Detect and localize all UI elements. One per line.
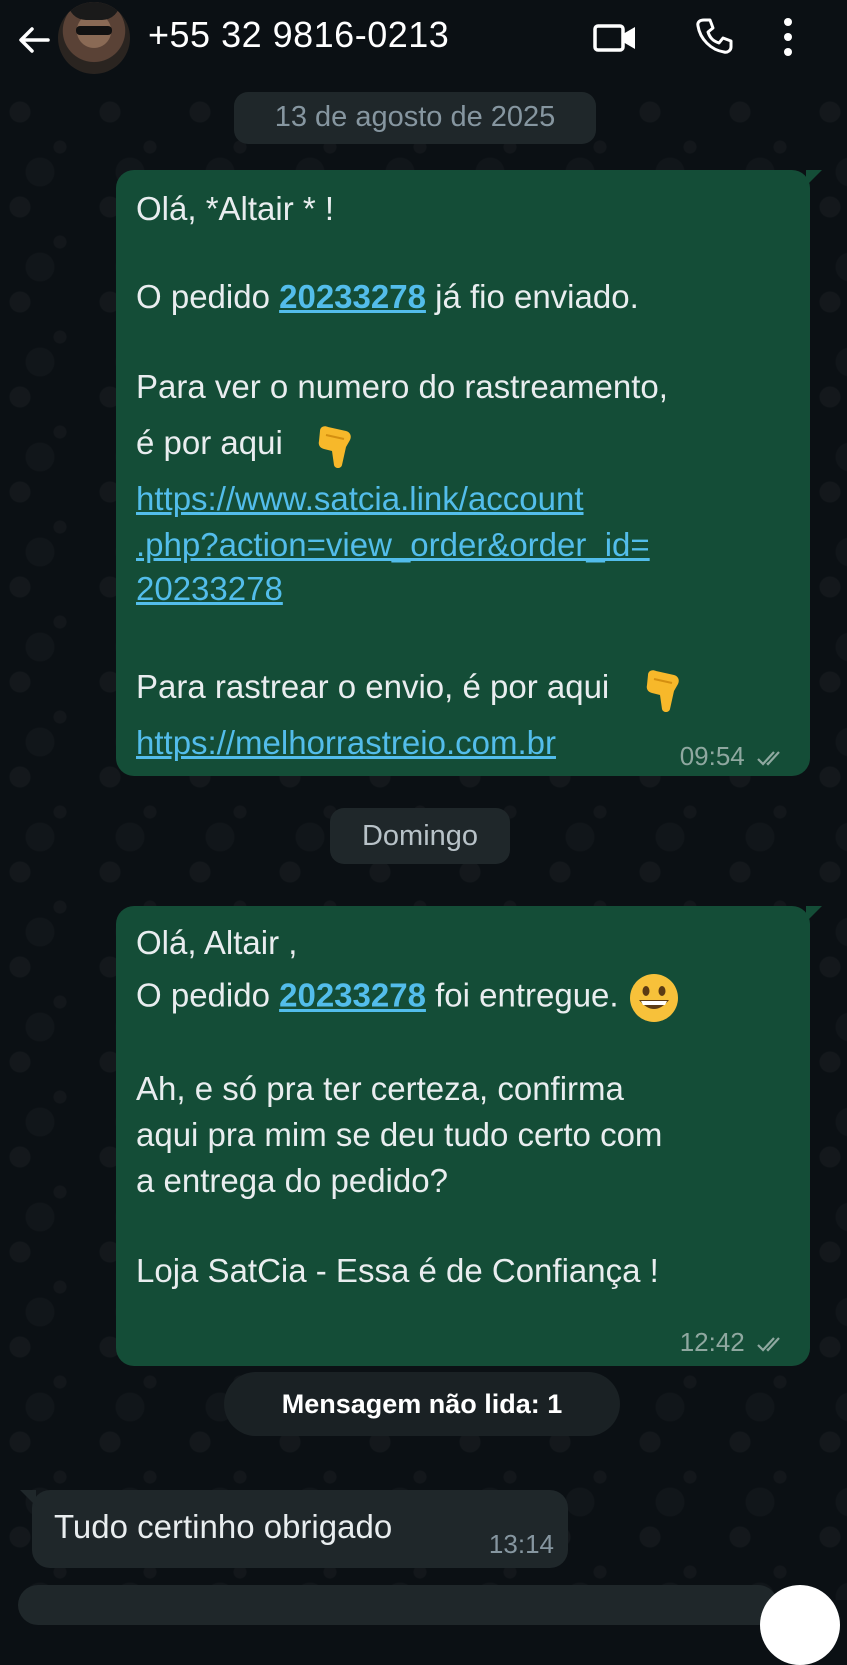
pointing-down-emoji-icon xyxy=(647,670,680,713)
message-bubble-outgoing[interactable]: Olá, Altair , O pedido 20233278 foi entr… xyxy=(116,906,822,1366)
message-text: Loja SatCia - Essa é de Confiança ! xyxy=(136,1252,659,1289)
pointing-down-emoji-icon xyxy=(318,426,351,469)
voice-call-icon[interactable] xyxy=(694,16,734,56)
message-bubble-outgoing[interactable]: Olá, *Altair * ! O pedido 20233278 já fi… xyxy=(116,170,822,779)
date-separator: Domingo xyxy=(330,808,510,864)
message-meta: 09:54 xyxy=(680,734,786,779)
message-time: 09:54 xyxy=(679,741,745,771)
date-label: Domingo xyxy=(361,820,479,852)
melhorrastreio-link[interactable]: https://melhorrastreio.com.br xyxy=(136,720,556,765)
message-time: 12:42 xyxy=(679,1327,745,1357)
message-text: Olá, Altair , xyxy=(136,924,298,961)
more-vert-icon[interactable] xyxy=(782,16,794,58)
message-time: 13:14 xyxy=(488,1529,554,1559)
order-link[interactable]: 20233278 xyxy=(279,278,426,315)
message-text: Tudo certinho obrigado xyxy=(54,1508,393,1545)
message-input[interactable] xyxy=(18,1585,778,1625)
contact-name[interactable]: +55 32 9816-0213 xyxy=(148,14,449,56)
double-check-icon xyxy=(757,1337,780,1352)
message-text: a entrega do pedido? xyxy=(136,1162,448,1199)
bubble-tail xyxy=(806,906,822,922)
double-check-icon xyxy=(757,751,780,766)
message-text: Para rastrear o envio, é por aqui xyxy=(136,664,684,713)
grinning-face-emoji-icon xyxy=(629,974,678,1022)
message-text: O pedido 20233278 já fio enviado. xyxy=(136,278,639,315)
message-text: Para ver o numero do rastreamento, xyxy=(136,368,668,405)
back-arrow-icon[interactable] xyxy=(16,22,52,58)
order-link[interactable]: 20233278 xyxy=(279,977,426,1014)
unread-messages-banner: Mensagem não lida: 1 xyxy=(224,1372,620,1436)
chat-header: +55 32 9816-0213 xyxy=(0,0,847,92)
message-text: O pedido 20233278 foi entregue. xyxy=(136,972,680,1024)
tracking-link[interactable]: https://www.satcia.link/account xyxy=(136,476,584,521)
tracking-link[interactable]: 20233278 xyxy=(136,566,283,611)
tracking-link[interactable]: .php?action=view_order&order_id= xyxy=(136,522,650,567)
message-bubble-incoming[interactable]: Tudo certinho obrigado 13:14 xyxy=(20,1490,568,1568)
bubble-tail xyxy=(20,1490,36,1506)
date-label: 13 de agosto de 2025 xyxy=(274,101,556,133)
message-text: aqui pra mim se deu tudo certo com xyxy=(136,1116,663,1153)
message-text: Olá, *Altair * ! xyxy=(136,190,335,227)
message-meta: 12:42 xyxy=(680,1320,786,1365)
message-text: é por aqui xyxy=(136,420,356,469)
bubble-tail xyxy=(806,170,822,186)
contact-avatar[interactable] xyxy=(58,2,130,74)
mic-button[interactable] xyxy=(760,1585,840,1665)
message-text: Ah, e só pra ter certeza, confirma xyxy=(136,1070,624,1107)
video-call-icon[interactable] xyxy=(592,20,638,56)
date-separator: 13 de agosto de 2025 xyxy=(234,92,596,144)
